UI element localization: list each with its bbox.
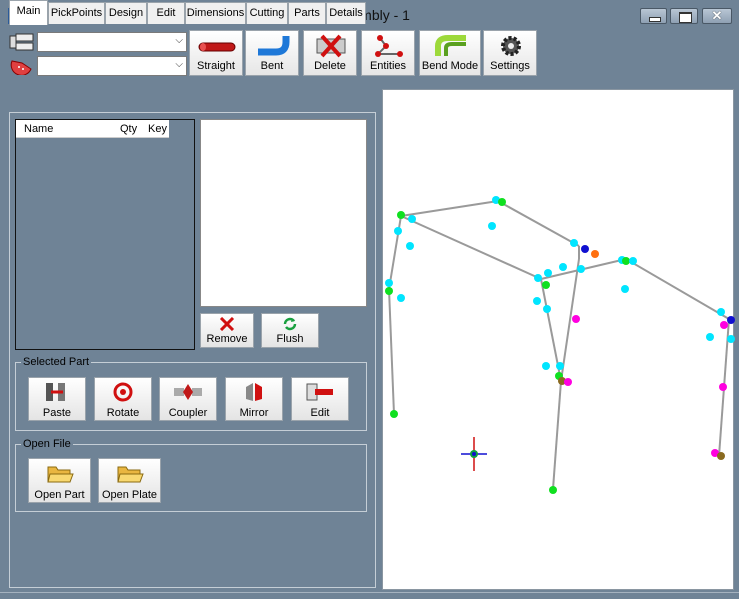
paste-button[interactable]: Paste bbox=[28, 377, 86, 421]
column-name[interactable]: Name bbox=[24, 123, 53, 135]
tab-pickpoints[interactable]: PickPoints bbox=[48, 2, 105, 24]
material-select[interactable]: ⌵ bbox=[37, 56, 187, 76]
mirror-icon bbox=[246, 383, 262, 401]
parts-list-header: Name Qty Key bbox=[16, 120, 169, 138]
minimize-button[interactable] bbox=[640, 8, 667, 24]
material-icon bbox=[10, 60, 32, 75]
tab-cutting[interactable]: Cutting bbox=[246, 2, 288, 24]
column-qty[interactable]: Qty bbox=[120, 123, 137, 135]
tab-details[interactable]: Details bbox=[326, 2, 366, 24]
parts-list[interactable]: Name Qty Key bbox=[15, 119, 195, 350]
chevron-down-icon: ⌵ bbox=[175, 59, 183, 70]
tube-profile-icon bbox=[9, 33, 34, 51]
close-button[interactable]: ✕ bbox=[702, 8, 732, 24]
bent-button[interactable]: Bent bbox=[245, 30, 299, 76]
selected-part-title: Selected Part bbox=[21, 356, 92, 368]
close-icon: ✕ bbox=[711, 8, 723, 23]
flush-button[interactable]: Flush bbox=[261, 313, 319, 348]
axis-triad-icon bbox=[461, 437, 487, 471]
edit-part-button[interactable]: Edit bbox=[291, 377, 349, 421]
gear-icon bbox=[501, 36, 521, 56]
window-bottom-border bbox=[0, 592, 739, 599]
folder-open-icon bbox=[46, 466, 74, 483]
bend-mode-button[interactable]: Bend Mode bbox=[419, 30, 481, 76]
paste-icon bbox=[46, 383, 65, 401]
column-key[interactable]: Key bbox=[148, 123, 167, 135]
bent-tube-icon bbox=[258, 36, 290, 56]
tab-main[interactable]: Main bbox=[9, 0, 48, 25]
settings-button[interactable]: Settings bbox=[483, 30, 537, 76]
tab-design[interactable]: Design bbox=[105, 2, 147, 24]
assembly-wireframe bbox=[385, 196, 735, 494]
tab-parts[interactable]: Parts bbox=[288, 2, 326, 24]
chevron-down-icon: ⌵ bbox=[175, 35, 183, 46]
coupler-icon bbox=[174, 384, 202, 400]
tab-dimensions[interactable]: Dimensions bbox=[185, 2, 246, 24]
remove-icon bbox=[219, 317, 235, 331]
rotate-button[interactable]: Rotate bbox=[94, 377, 152, 421]
open-file-title: Open File bbox=[21, 438, 73, 450]
remove-button[interactable]: Remove bbox=[200, 313, 254, 348]
tab-edit[interactable]: Edit bbox=[147, 2, 185, 24]
entities-icon bbox=[375, 35, 403, 57]
folder-open-icon bbox=[116, 466, 144, 483]
open-plate-button[interactable]: Open Plate bbox=[98, 458, 161, 503]
refresh-icon bbox=[283, 317, 297, 331]
tube-profile-select[interactable]: ⌵ bbox=[37, 32, 187, 52]
mirror-button[interactable]: Mirror bbox=[225, 377, 283, 421]
material-row: ⌵ bbox=[9, 55, 187, 77]
maximize-button[interactable] bbox=[670, 8, 698, 24]
delete-button[interactable]: Delete bbox=[303, 30, 357, 76]
delete-tube-icon bbox=[316, 34, 346, 58]
coupler-button[interactable]: Coupler bbox=[159, 377, 217, 421]
straight-button[interactable]: Straight bbox=[189, 30, 243, 76]
rotate-icon bbox=[113, 382, 133, 402]
entities-button[interactable]: Entities bbox=[361, 30, 415, 76]
open-part-button[interactable]: Open Part bbox=[28, 458, 91, 503]
straight-tube-icon bbox=[198, 42, 236, 52]
edit-part-icon bbox=[306, 383, 333, 401]
tube-profile-row: ⌵ bbox=[9, 31, 187, 53]
3d-viewport[interactable] bbox=[382, 89, 735, 590]
bend-mode-icon bbox=[435, 35, 466, 56]
part-preview bbox=[200, 119, 367, 307]
